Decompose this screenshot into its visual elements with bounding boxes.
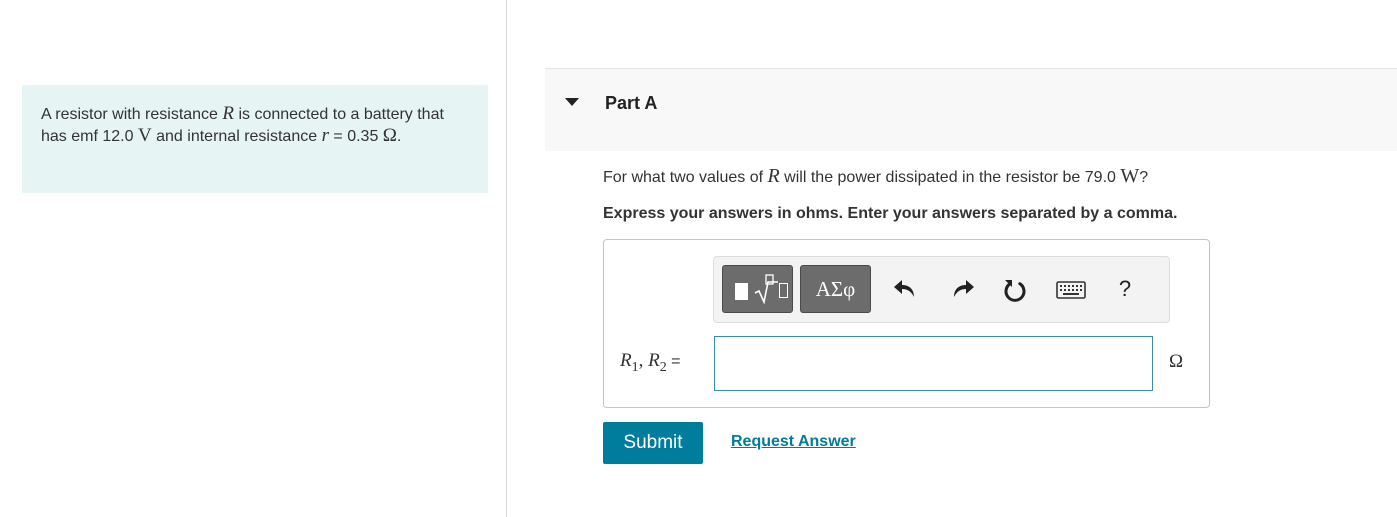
answer-instructions: Express your answers in ohms. Enter your… bbox=[603, 205, 1178, 222]
request-answer-link[interactable]: Request Answer bbox=[731, 433, 856, 451]
unit-ohms: Ω bbox=[382, 125, 397, 146]
symbols-button[interactable]: ΑΣφ bbox=[800, 265, 871, 313]
math-toolbar: ΑΣφ ? bbox=[713, 256, 1170, 323]
variable-R: R bbox=[222, 103, 235, 124]
templates-button[interactable] bbox=[722, 265, 793, 313]
question-text-3: ? bbox=[1139, 169, 1149, 186]
problem-statement: A resistor with resistance R is connecte… bbox=[22, 85, 488, 193]
answer-label: R1, R2 = bbox=[620, 350, 681, 376]
unit-watts: W bbox=[1120, 165, 1140, 187]
column-divider bbox=[506, 0, 507, 517]
label-sub2: 2 bbox=[659, 359, 667, 375]
question-text: For what two values of R will the power … bbox=[603, 165, 1148, 188]
problem-text-3: and internal resistance bbox=[151, 128, 322, 145]
question-text-1: For what two values of bbox=[603, 169, 768, 186]
unit-ohms-label: Ω bbox=[1169, 351, 1184, 372]
label-sub1: 1 bbox=[631, 359, 639, 375]
problem-text-5: . bbox=[396, 128, 402, 145]
label-R1: R bbox=[620, 350, 632, 371]
radical-icon bbox=[754, 274, 778, 304]
part-header[interactable]: Part A bbox=[545, 68, 1397, 151]
unit-volts: V bbox=[137, 125, 152, 146]
reset-icon[interactable] bbox=[1001, 274, 1029, 304]
label-equals: = bbox=[666, 353, 681, 370]
label-separator: , bbox=[638, 350, 649, 371]
question-text-2: will the power dissipated in the resisto… bbox=[779, 169, 1121, 186]
templates-icon bbox=[735, 283, 748, 300]
collapse-triangle-icon[interactable] bbox=[565, 98, 579, 106]
keyboard-icon[interactable] bbox=[1055, 274, 1087, 304]
answer-input[interactable] bbox=[714, 336, 1153, 391]
submit-button[interactable]: Submit bbox=[603, 422, 703, 464]
problem-text-1: A resistor with resistance bbox=[41, 106, 223, 123]
label-R2: R bbox=[648, 350, 660, 371]
undo-icon[interactable] bbox=[892, 274, 920, 304]
help-button[interactable]: ? bbox=[1111, 274, 1139, 304]
box-placeholder-icon bbox=[779, 283, 788, 298]
variable-R: R bbox=[767, 165, 780, 187]
variable-r: r bbox=[321, 125, 329, 146]
part-title: Part A bbox=[605, 93, 658, 113]
problem-text-4: = 0.35 bbox=[328, 128, 383, 145]
redo-icon[interactable] bbox=[948, 274, 976, 304]
answer-box: ΑΣφ ? R1, R2 = Ω bbox=[603, 239, 1210, 408]
